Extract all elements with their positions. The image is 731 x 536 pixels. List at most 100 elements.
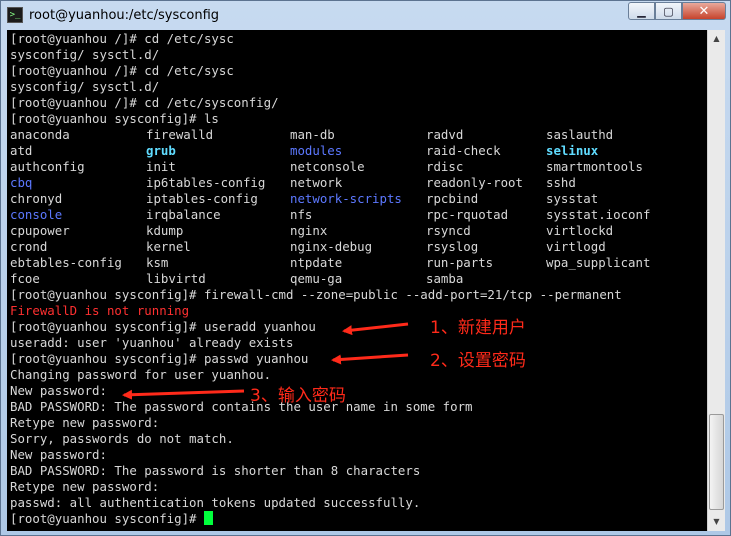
terminal-line: BAD PASSWORD: The password contains the …: [10, 399, 473, 414]
terminal-line: useradd: user 'yuanhou' already exists: [10, 335, 294, 350]
ls-entry: qemu-ga: [290, 271, 343, 286]
ls-entry: rpc-rquotad: [426, 207, 509, 222]
terminal-line: sysconfig/ sysctl.d/: [10, 79, 160, 94]
terminal-line: New password:: [10, 383, 107, 398]
ls-entry: ip6tables-config: [146, 175, 266, 190]
ls-output-row: cpupower kdump nginx rsyncd virtlockd: [7, 223, 707, 239]
ls-entry: virtlogd: [546, 239, 606, 254]
ls-entry: rpcbind: [426, 191, 479, 206]
vertical-scrollbar[interactable]: ▲ ▼: [707, 30, 725, 531]
ls-entry: nginx-debug: [290, 239, 373, 254]
ls-entry: ksm: [146, 255, 169, 270]
ls-entry: radvd: [426, 127, 464, 142]
ls-output-row: console irqbalance nfs rpc-rquotad sysstat.i…: [7, 207, 707, 223]
terminal-line: [root@yuanhou sysconfig]# useradd yuanho…: [10, 319, 316, 334]
ls-entry: libvirtd: [146, 271, 206, 286]
ls-output-row: authconfig init netconsole rdisc smartmontoo…: [7, 159, 707, 175]
ls-entry: kdump: [146, 223, 184, 238]
ls-entry: cpupower: [10, 223, 70, 238]
ls-entry: netconsole: [290, 159, 365, 174]
ls-entry: network: [290, 175, 343, 190]
annotation-create-user: 1、新建用户: [430, 318, 526, 338]
annotation-set-password: 2、设置密码: [430, 351, 526, 371]
ls-entry: anaconda: [10, 127, 70, 142]
ls-entry: readonly-root: [426, 175, 523, 190]
scroll-up-arrow-icon[interactable]: ▲: [709, 31, 724, 46]
ls-entry: raid-check: [426, 143, 501, 158]
ls-output-row: atd grub modules raid-check selinux: [7, 143, 707, 159]
ls-entry: rsyncd: [426, 223, 471, 238]
ls-entry: man-db: [290, 127, 335, 142]
maximize-button[interactable]: ▢: [655, 2, 682, 20]
ls-entry: selinux: [546, 143, 599, 158]
ls-entry: wpa_supplicant: [546, 255, 651, 270]
terminal-line: Sorry, passwords do not match.: [10, 431, 234, 446]
close-button[interactable]: ✕: [682, 2, 726, 20]
ls-entry: rdisc: [426, 159, 464, 174]
terminal-output[interactable]: [root@yuanhou /]# cd /etc/sysc sysconfig/…: [7, 30, 707, 531]
ls-entry: smartmontools: [546, 159, 643, 174]
terminal-line: [root@yuanhou /]# cd /etc/sysc: [10, 31, 234, 46]
ls-entry: cbq: [10, 175, 33, 190]
ls-entry: console: [10, 207, 63, 222]
terminal-line: sysconfig/ sysctl.d/: [10, 47, 160, 62]
minimize-button[interactable]: ▁: [628, 2, 655, 20]
terminal-line: New password:: [10, 447, 107, 462]
terminal-line: BAD PASSWORD: The password is shorter th…: [10, 463, 421, 478]
ls-output-row: fcoe libvirtd qemu-ga samba: [7, 271, 707, 287]
terminal-window: >_ root@yuanhou:/etc/sysconfig ▁ ▢ ✕ [ro…: [0, 0, 731, 536]
ls-entry: ntpdate: [290, 255, 343, 270]
terminal-line: [root@yuanhou sysconfig]# firewall-cmd -…: [10, 287, 622, 302]
ls-entry: firewalld: [146, 127, 214, 142]
ls-entry: iptables-config: [146, 191, 258, 206]
ls-entry: samba: [426, 271, 464, 286]
terminal-line: Retype new password:: [10, 479, 160, 494]
ls-entry: [546, 271, 676, 287]
ls-entry: chronyd: [10, 191, 63, 206]
ls-output-row: chronyd iptables-config network-scripts rpc…: [7, 191, 707, 207]
ls-entry: virtlockd: [546, 223, 614, 238]
ls-entry: irqbalance: [146, 207, 221, 222]
terminal-prompt-line[interactable]: [root@yuanhou sysconfig]#: [7, 511, 707, 527]
ls-entry: modules: [290, 143, 343, 158]
ls-entry: sshd: [546, 175, 576, 190]
terminal-line: Changing password for user yuanhou.: [10, 367, 272, 382]
ls-entry: grub: [146, 143, 176, 158]
ls-entry: run-parts: [426, 255, 494, 270]
ls-entry: sysstat: [546, 191, 599, 206]
ls-output-row: ebtables-config ksm ntpdate run-parts wpa_su…: [7, 255, 707, 271]
ls-output-row: anaconda firewalld man-db radvd saslauthd: [7, 127, 707, 143]
ls-entry: kernel: [146, 239, 191, 254]
window-title: root@yuanhou:/etc/sysconfig: [29, 7, 220, 23]
terminal-line: [root@yuanhou sysconfig]# passwd yuanhou: [10, 351, 309, 366]
terminal-line: Retype new password:: [10, 415, 160, 430]
terminal-line: [root@yuanhou /]# cd /etc/sysc: [10, 63, 234, 78]
ls-entry: crond: [10, 239, 48, 254]
caption-buttons: ▁ ▢ ✕: [628, 2, 726, 20]
terminal-line: [root@yuanhou /]# cd /etc/sysconfig/: [10, 95, 279, 110]
annotation-enter-password: 3、输入密码: [250, 386, 346, 406]
ls-entry: rsyslog: [426, 239, 479, 254]
terminal-lines: [root@yuanhou /]# cd /etc/sysc sysconfig/…: [7, 30, 707, 527]
terminal-line: FirewallD is not running: [10, 303, 190, 318]
terminal-prompt: [root@yuanhou sysconfig]#: [10, 511, 204, 526]
ls-entry: init: [146, 159, 176, 174]
terminal-icon[interactable]: >_: [7, 7, 23, 23]
ls-output-row: crond kernel nginx-debug rsyslog virtlogd: [7, 239, 707, 255]
ls-entry: atd: [10, 143, 33, 158]
ls-entry: network-scripts: [290, 191, 402, 206]
text-cursor: [203, 511, 213, 525]
ls-entry: nfs: [290, 207, 313, 222]
ls-entry: nginx: [290, 223, 328, 238]
terminal-line: passwd: all authentication tokens update…: [10, 495, 421, 510]
ls-entry: fcoe: [10, 271, 40, 286]
ls-entry: authconfig: [10, 159, 85, 174]
scroll-down-arrow-icon[interactable]: ▼: [709, 514, 724, 529]
terminal-line: [root@yuanhou sysconfig]# ls: [10, 111, 219, 126]
ls-entry: ebtables-config: [10, 255, 122, 270]
ls-entry: sysstat.ioconf: [546, 207, 651, 222]
title-bar[interactable]: >_ root@yuanhou:/etc/sysconfig ▁ ▢ ✕: [1, 1, 730, 29]
ls-entry: saslauthd: [546, 127, 614, 142]
scrollbar-thumb[interactable]: [709, 414, 724, 510]
ls-output-row: cbq ip6tables-config network readonly-root s…: [7, 175, 707, 191]
